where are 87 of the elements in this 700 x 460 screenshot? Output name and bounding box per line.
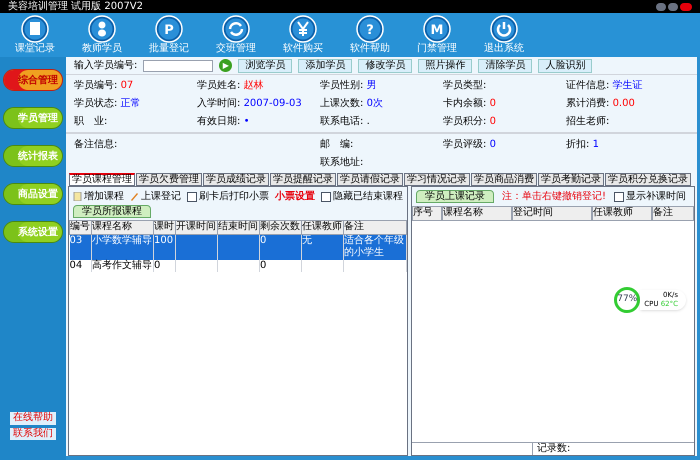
toolbar-action-button[interactable]: 清除学员 bbox=[478, 58, 532, 72]
column-header[interactable]: 编号 bbox=[70, 220, 92, 234]
document-icon bbox=[73, 192, 82, 201]
tab[interactable]: 学员成绩记录 bbox=[203, 173, 269, 186]
minimize-button[interactable] bbox=[656, 2, 666, 10]
cpu-percent: 77% bbox=[617, 293, 638, 306]
add-course-button[interactable]: 增加课程 bbox=[73, 189, 124, 204]
info-field: 邮 编: bbox=[320, 137, 443, 152]
table-cell: 03 bbox=[70, 234, 82, 246]
info-field: 职 业: bbox=[74, 114, 197, 129]
checkbox-label: 隐藏已结束课程 bbox=[333, 190, 403, 204]
table-cell: 04 bbox=[70, 260, 82, 270]
info-field: 累计消费: 0.00 bbox=[566, 96, 689, 111]
table-cell: 小学数学辅导 bbox=[92, 234, 152, 246]
column-header[interactable]: 任课教师 bbox=[302, 220, 344, 234]
info-field: 学员评级: 0 bbox=[443, 137, 566, 152]
footer-link[interactable]: 联系我们 bbox=[10, 428, 56, 440]
column-header[interactable]: 备注 bbox=[652, 206, 694, 220]
attendance-tab[interactable]: 学员上课记录 bbox=[416, 190, 494, 203]
info-field: 联系地址: bbox=[320, 155, 443, 170]
column-header[interactable]: 课程名称 bbox=[92, 220, 154, 234]
info-field: 学员积分: 0 bbox=[443, 114, 566, 129]
close-button[interactable] bbox=[680, 2, 692, 10]
letter-icon: M bbox=[423, 14, 451, 43]
table-cell: 高考作文辅导 bbox=[92, 260, 152, 270]
toolbar-action-button[interactable]: 浏览学员 bbox=[238, 58, 292, 72]
info-field: 证件信息: 学生证 bbox=[566, 78, 689, 93]
column-header[interactable]: 序号 bbox=[412, 206, 442, 220]
info-field: 有效日期: • bbox=[197, 114, 320, 129]
footer-link[interactable]: 在线帮助 bbox=[10, 412, 56, 424]
record-count: 记录数: bbox=[532, 443, 574, 455]
info-field: 学员性别: 男 bbox=[320, 78, 443, 93]
info-field: 入学时间: 2007-09-03 bbox=[197, 96, 320, 111]
table-cell: 0 bbox=[260, 260, 266, 270]
column-header[interactable]: 备注 bbox=[344, 220, 406, 234]
tab[interactable]: 学员提醒记录 bbox=[270, 173, 336, 186]
table-cell: 适合各个年级的小学生 bbox=[344, 234, 404, 258]
column-header[interactable]: 结束时间 bbox=[218, 220, 260, 234]
tab[interactable]: 学员课程管理 bbox=[69, 173, 135, 186]
info-field: 学员类型: bbox=[443, 78, 566, 93]
toolbar-action-button[interactable]: 照片操作 bbox=[418, 58, 472, 72]
info-field: 折扣: 1 bbox=[566, 137, 689, 152]
window-title: 美容培训管理 试用版 2007V2 bbox=[8, 0, 144, 12]
column-header[interactable]: 课程名称 bbox=[442, 206, 512, 220]
info-field: 学员编号: 07 bbox=[74, 78, 197, 93]
info-field: 卡内余额: 0 bbox=[443, 96, 566, 111]
table-cell: 无 bbox=[302, 234, 312, 246]
info-field: 招生老师: bbox=[566, 114, 689, 129]
checkbox[interactable] bbox=[321, 192, 331, 202]
checkbox-label: 显示补课时间 bbox=[626, 190, 686, 204]
toolbar-action-button[interactable]: 添加学员 bbox=[298, 58, 352, 72]
column-header[interactable]: 任课教师 bbox=[592, 206, 652, 220]
checkbox[interactable] bbox=[614, 192, 624, 202]
pencil-icon bbox=[130, 192, 139, 201]
table-row[interactable]: 04 高考作文辅导 0 0 bbox=[70, 260, 406, 272]
tab[interactable]: 学员积分兑换记录 bbox=[605, 173, 691, 186]
student-id-field[interactable] bbox=[143, 60, 214, 72]
letter-icon: P bbox=[155, 14, 183, 43]
maximize-button[interactable] bbox=[668, 2, 678, 10]
checkin-button[interactable]: 上课登记 bbox=[130, 189, 181, 204]
search-label: 输入学员编号: bbox=[74, 58, 138, 73]
table-cell: 0 bbox=[154, 260, 160, 270]
info-field: 联系电话: . bbox=[320, 114, 443, 129]
info-field: 学员状态: 正常 bbox=[74, 96, 197, 111]
table-cell: 100 bbox=[154, 234, 174, 246]
help-icon: ? bbox=[356, 14, 384, 43]
tab[interactable]: 学员考勤记录 bbox=[538, 173, 604, 186]
tab[interactable]: 学员商品消费 bbox=[471, 173, 537, 186]
info-field: 上课次数: 0次 bbox=[320, 96, 443, 111]
checkbox-label: 刷卡后打印小票 bbox=[199, 190, 269, 204]
toolbar-action-button[interactable]: 人脸识别 bbox=[538, 58, 592, 72]
column-header[interactable]: 开课时间 bbox=[176, 220, 218, 234]
checkbox[interactable] bbox=[187, 192, 197, 202]
tab[interactable]: 学习情况记录 bbox=[404, 173, 470, 186]
tab[interactable]: 学员欠费管理 bbox=[136, 173, 202, 186]
column-header[interactable]: 剩余次数 bbox=[260, 220, 302, 234]
column-header[interactable]: 课时 bbox=[154, 220, 176, 234]
note-text: 注：单击右键撤销登记! bbox=[502, 190, 606, 204]
toolbar-action-button[interactable]: 修改学员 bbox=[358, 58, 412, 72]
info-field: 备注信息: bbox=[74, 137, 320, 152]
table-cell: 0 bbox=[260, 234, 266, 246]
column-header[interactable]: 登记时间 bbox=[512, 206, 592, 220]
receipt-settings-link[interactable]: 小票设置 bbox=[275, 189, 315, 204]
info-field: 学员姓名: 赵林 bbox=[197, 78, 320, 93]
tab[interactable]: 学员请假记录 bbox=[337, 173, 403, 186]
table-row[interactable]: 03 小学数学辅导 100 0 无 适合各个年级的小学生 bbox=[70, 234, 406, 260]
course-tab[interactable]: 学员所报课程 bbox=[73, 205, 151, 218]
